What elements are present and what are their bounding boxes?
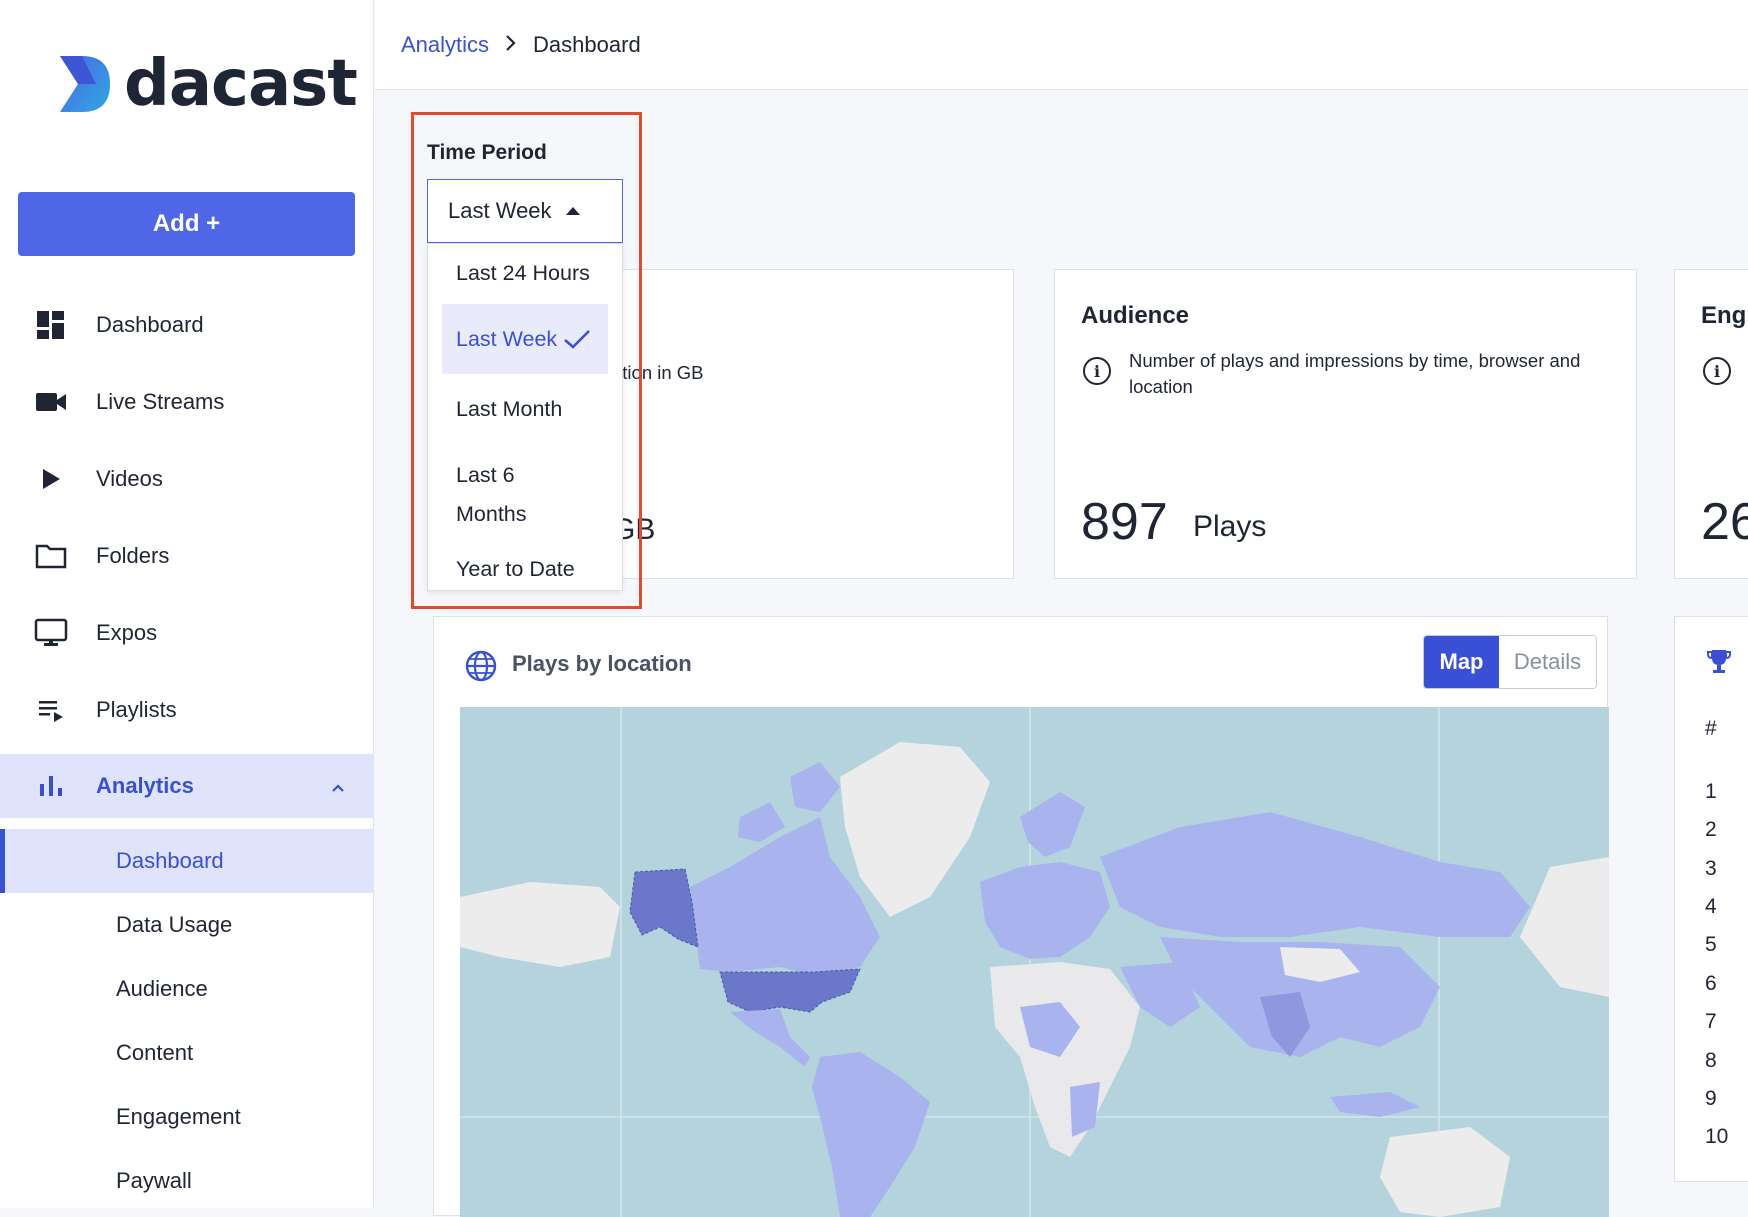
engagement-card[interactable]: Eng i 26 bbox=[1674, 269, 1748, 579]
sidebar-item-analytics[interactable]: Analytics bbox=[0, 754, 374, 818]
analytics-submenu: Dashboard Data Usage Audience Content En… bbox=[0, 829, 374, 1213]
sidebar: dacast Add + Dashboard Live Streams Vide… bbox=[0, 0, 374, 1208]
rank-row: 10 bbox=[1705, 1125, 1729, 1148]
caret-up-icon bbox=[565, 207, 580, 215]
audience-card[interactable]: Audience i Number of plays and impressio… bbox=[1054, 269, 1637, 579]
map-toggle-button[interactable]: Map bbox=[1424, 636, 1499, 688]
sub-item-data-usage[interactable]: Data Usage bbox=[0, 893, 374, 957]
details-toggle-button[interactable]: Details bbox=[1499, 636, 1596, 688]
sidebar-item-videos[interactable]: Videos bbox=[0, 440, 374, 517]
sidebar-item-live-streams[interactable]: Live Streams bbox=[0, 363, 374, 440]
chevron-up-icon[interactable] bbox=[330, 776, 346, 802]
option-last-6-months[interactable]: Last 6 Months bbox=[442, 456, 608, 534]
dacast-logo[interactable]: dacast bbox=[56, 47, 358, 121]
monitor-icon bbox=[34, 616, 68, 650]
brand-name: dacast bbox=[124, 47, 358, 121]
sidebar-item-expos[interactable]: Expos bbox=[0, 594, 374, 671]
add-button[interactable]: Add + bbox=[18, 192, 355, 256]
option-last-24-hours[interactable]: Last 24 Hours bbox=[442, 254, 608, 293]
video-camera-icon bbox=[34, 385, 68, 419]
chevron-right-icon bbox=[505, 32, 517, 58]
info-icon[interactable]: i bbox=[1703, 357, 1731, 385]
sidebar-item-dashboard[interactable]: Dashboard bbox=[0, 286, 374, 363]
audience-desc: Number of plays and impressions by time,… bbox=[1129, 348, 1619, 400]
rank-row: 6 bbox=[1705, 972, 1717, 995]
time-period-selected: Last Week bbox=[448, 198, 552, 223]
dashboard-icon bbox=[34, 308, 68, 342]
sidebar-item-label: Live Streams bbox=[96, 388, 225, 414]
sidebar-item-folders[interactable]: Folders bbox=[0, 517, 374, 594]
trophy-icon bbox=[1707, 650, 1731, 673]
map-title: Plays by location bbox=[512, 651, 692, 676]
option-last-week[interactable]: Last Week bbox=[442, 304, 608, 374]
time-period-dropdown: Last 24 Hours Last Week Last Month Last … bbox=[427, 243, 623, 591]
sub-item-audience[interactable]: Audience bbox=[0, 957, 374, 1021]
rank-row: 7 bbox=[1705, 1010, 1717, 1033]
map-view-toggle: Map Details bbox=[1423, 635, 1597, 689]
rank-row: 3 bbox=[1705, 857, 1717, 880]
data-usage-desc: ption in GB bbox=[612, 362, 704, 383]
rank-row: 5 bbox=[1705, 933, 1717, 956]
option-label-line1: Last 6 bbox=[456, 463, 515, 487]
engagement-value: 26 bbox=[1701, 493, 1748, 551]
rank-row: 9 bbox=[1705, 1087, 1717, 1110]
world-map-svg bbox=[460, 707, 1609, 1217]
rank-row: 8 bbox=[1705, 1049, 1717, 1072]
audience-desc-line1: Number of plays and impressions by time,… bbox=[1129, 350, 1581, 371]
top-content-card: # 1 2 3 4 5 6 7 8 9 10 bbox=[1674, 616, 1748, 1182]
playlist-icon bbox=[34, 693, 68, 727]
breadcrumb: Analytics Dashboard bbox=[375, 0, 1748, 90]
rank-row: 4 bbox=[1705, 895, 1717, 918]
engagement-title: Eng bbox=[1701, 302, 1747, 329]
breadcrumb-current: Dashboard bbox=[533, 31, 641, 57]
option-label: Last Week bbox=[456, 326, 558, 351]
sidebar-item-label: Expos bbox=[96, 619, 158, 645]
bar-chart-icon bbox=[34, 769, 68, 803]
globe-icon bbox=[465, 650, 497, 682]
plays-by-location-card: Plays by location Map Details bbox=[433, 616, 1609, 1217]
world-map[interactable] bbox=[460, 707, 1609, 1217]
audience-plays-unit: Plays bbox=[1193, 510, 1267, 543]
sidebar-item-label: Videos bbox=[96, 465, 163, 491]
option-year-to-date[interactable]: Year to Date bbox=[442, 550, 608, 589]
dacast-logo-icon bbox=[60, 56, 110, 112]
sidebar-item-label: Dashboard bbox=[96, 311, 204, 337]
sidebar-item-playlists[interactable]: Playlists bbox=[0, 671, 374, 748]
folder-icon bbox=[34, 539, 68, 573]
breadcrumb-analytics-link[interactable]: Analytics bbox=[401, 32, 489, 58]
rank-row: 1 bbox=[1705, 780, 1717, 803]
sub-item-content[interactable]: Content bbox=[0, 1021, 374, 1085]
time-period-select[interactable]: Last Week bbox=[427, 179, 623, 243]
sub-item-paywall[interactable]: Paywall bbox=[0, 1149, 374, 1213]
sub-item-engagement[interactable]: Engagement bbox=[0, 1085, 374, 1149]
play-icon bbox=[34, 462, 68, 496]
option-last-month[interactable]: Last Month bbox=[442, 390, 608, 429]
option-label-line2: Months bbox=[456, 502, 527, 526]
checkmark-icon bbox=[564, 330, 591, 349]
rank-row: 2 bbox=[1705, 818, 1717, 841]
sidebar-item-label: Playlists bbox=[96, 696, 177, 722]
audience-desc-line2: location bbox=[1129, 376, 1193, 397]
audience-title: Audience bbox=[1081, 302, 1190, 329]
sidebar-item-label: Analytics bbox=[96, 773, 194, 798]
audience-plays-value: 897 bbox=[1081, 493, 1168, 551]
sidebar-item-label: Folders bbox=[96, 542, 170, 568]
info-icon[interactable]: i bbox=[1083, 357, 1111, 385]
rank-column-header: # bbox=[1705, 717, 1717, 740]
time-period-label: Time Period bbox=[427, 141, 547, 164]
sub-item-dashboard[interactable]: Dashboard bbox=[0, 829, 374, 893]
sidebar-nav: Dashboard Live Streams Videos Folders Ex… bbox=[0, 286, 374, 818]
